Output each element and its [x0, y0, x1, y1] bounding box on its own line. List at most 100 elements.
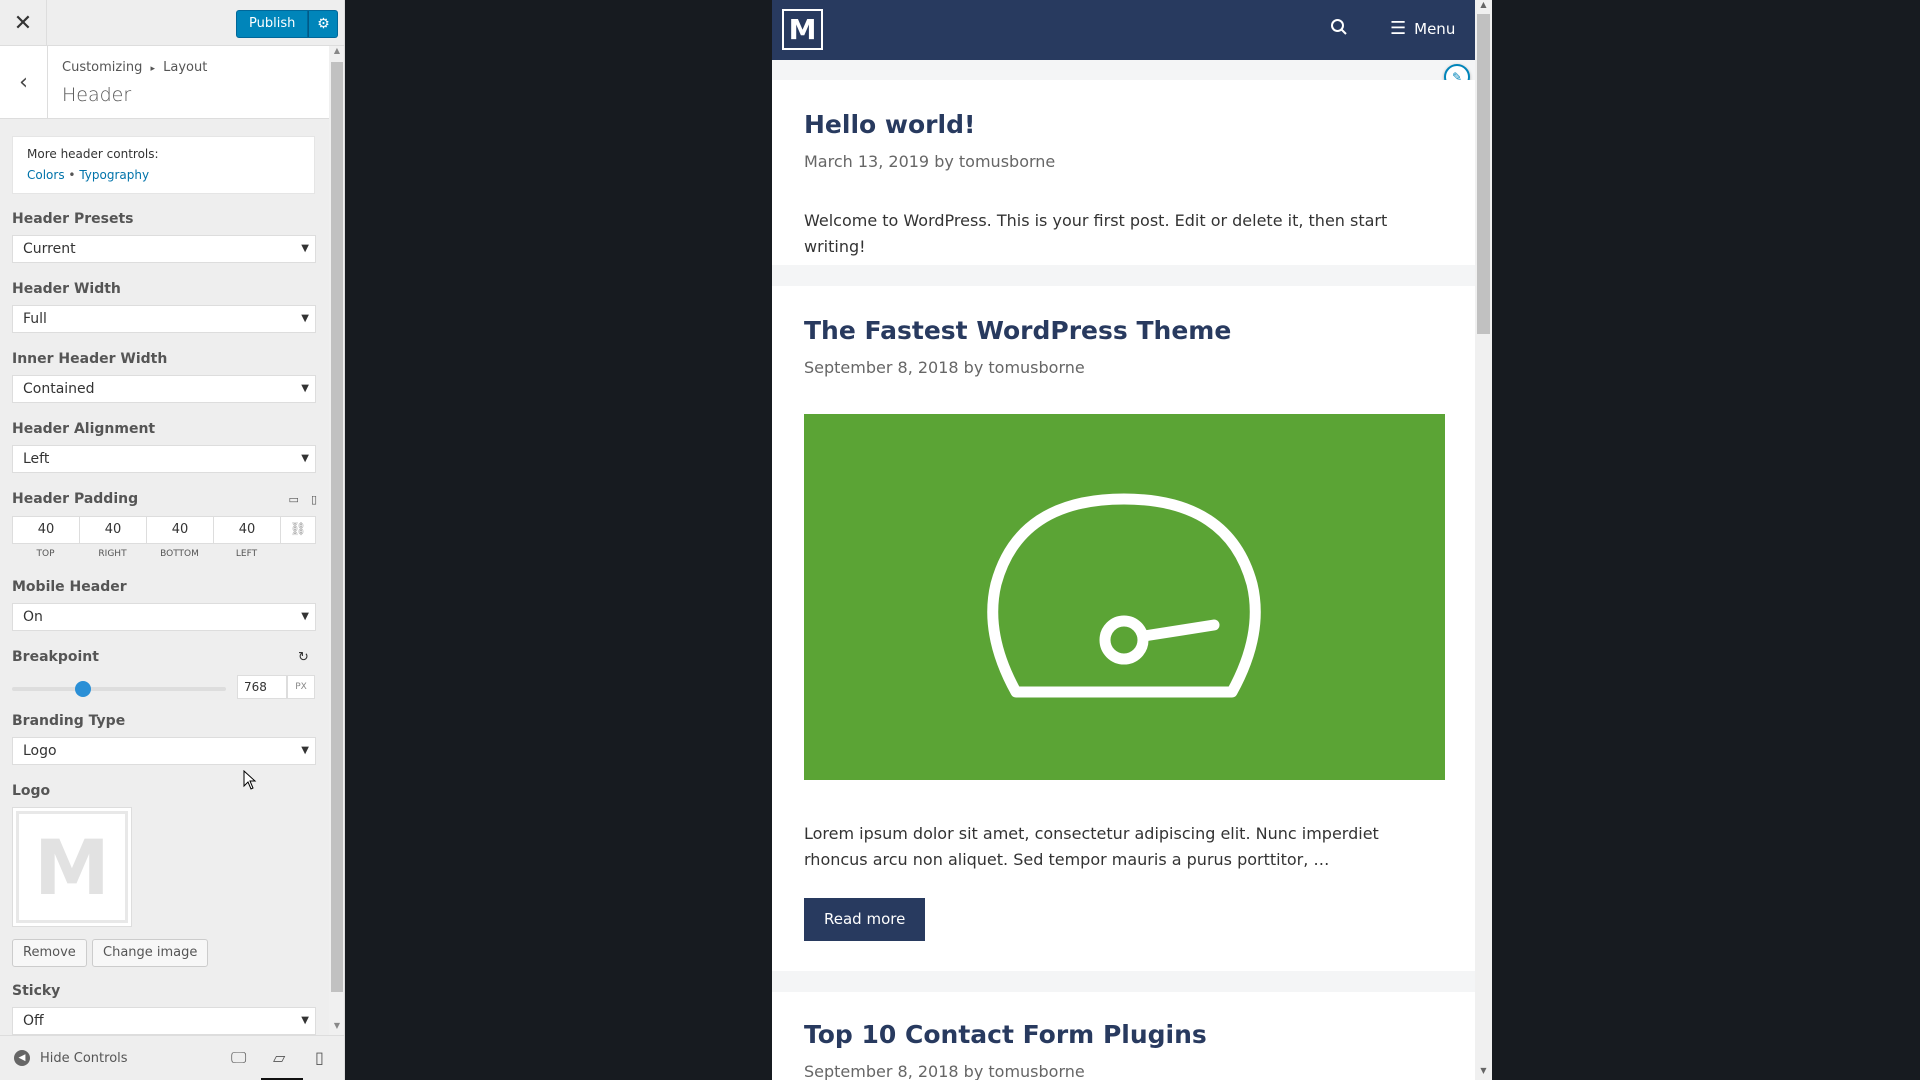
tablet-preview-icon[interactable]: ▱	[273, 1048, 285, 1067]
header-alignment-select[interactable]: Left ▼	[12, 445, 316, 473]
branding-type-select[interactable]: Logo ▼	[12, 737, 316, 765]
publish-settings-button[interactable]: ⚙	[308, 10, 339, 38]
post-meta: September 8, 2018 by tomusborne	[804, 358, 1085, 377]
sticky-select[interactable]: Off ▼	[12, 1007, 316, 1035]
breakpoint-slider-track[interactable]	[12, 681, 226, 697]
padding-bottom-input[interactable]: 40	[146, 516, 213, 544]
breakpoint-unit: PX	[287, 675, 315, 699]
header-width-select[interactable]: Full ▼	[12, 305, 316, 333]
customizer-topbar: ✕ Publish ⚙	[0, 0, 344, 46]
post-excerpt: Lorem ipsum dolor sit amet, consectetur …	[804, 824, 1379, 869]
header-padding-label: Header Padding	[12, 491, 139, 507]
menu-toggle[interactable]: ☰ Menu	[1390, 18, 1455, 39]
padding-device-toggles: ▭ ▯	[289, 493, 317, 506]
menu-label: Menu	[1414, 19, 1456, 38]
dropdown-arrow-icon: ▼	[301, 453, 309, 464]
site-logo[interactable]: M	[782, 9, 823, 50]
preview-scrollbar[interactable]: ▲ ▼	[1475, 0, 1492, 1080]
colors-link[interactable]: Colors	[27, 168, 65, 182]
post-title[interactable]: Top 10 Contact Form Plugins	[804, 1020, 1207, 1049]
speedometer-icon	[987, 493, 1261, 698]
post-featured-image[interactable]	[804, 414, 1445, 780]
site-header: M ☰ Menu	[772, 0, 1475, 60]
site-preview: M ☰ Menu ✎ Hello world! March 13, 2019 b…	[772, 0, 1492, 1080]
dropdown-arrow-icon: ▼	[301, 383, 309, 394]
padding-top-label: TOP	[36, 549, 55, 559]
header-presets-value: Current	[23, 241, 76, 257]
publish-button[interactable]: Publish	[236, 10, 309, 38]
inner-header-width-label: Inner Header Width	[12, 351, 168, 367]
header-presets-select[interactable]: Current ▼	[12, 235, 316, 263]
customizer-panel: ✕ Publish ⚙ ‹ Customizing ▸ Layout Heade…	[0, 0, 345, 1080]
back-button[interactable]: ‹	[0, 46, 48, 119]
inner-header-width-select[interactable]: Contained ▼	[12, 375, 316, 403]
desktop-preview-icon[interactable]: 🖵	[231, 1048, 246, 1068]
post-card: Top 10 Contact Form Plugins September 8,…	[772, 992, 1475, 1080]
read-more-button[interactable]: Read more	[804, 898, 926, 941]
padding-left-label: LEFT	[235, 549, 258, 559]
post-excerpt: Welcome to WordPress. This is your first…	[804, 211, 1388, 256]
gear-icon: ⚙	[317, 16, 330, 32]
preview-scrollbar-thumb[interactable]	[1477, 14, 1490, 334]
desktop-icon[interactable]: ▭	[289, 493, 299, 506]
mobile-header-label: Mobile Header	[12, 579, 127, 595]
scroll-up-icon[interactable]: ▲	[329, 46, 344, 60]
header-alignment-value: Left	[23, 451, 50, 467]
padding-right-label: RIGHT	[98, 549, 127, 559]
sticky-value: Off	[23, 1013, 44, 1029]
mobile-preview-icon[interactable]: ▯	[315, 1048, 324, 1067]
mobile-header-select[interactable]: On ▼	[12, 603, 316, 631]
breadcrumb-separator-icon: ▸	[150, 64, 156, 74]
padding-side-labels: TOP RIGHT BOTTOM LEFT	[12, 549, 280, 559]
scroll-down-icon[interactable]: ▼	[1475, 1066, 1492, 1080]
logo-thumbnail[interactable]: M	[12, 807, 132, 927]
link-separator: •	[68, 168, 76, 182]
mouse-cursor-icon	[243, 770, 257, 790]
padding-left-input[interactable]: 40	[213, 516, 280, 544]
padding-top-input[interactable]: 40	[12, 516, 79, 544]
hamburger-icon: ☰	[1390, 18, 1407, 39]
breakpoint-slider-handle[interactable]	[74, 681, 91, 697]
more-controls-links: Colors • Typography	[27, 168, 300, 182]
breadcrumb-root: Customizing	[62, 60, 143, 75]
change-image-button[interactable]: Change image	[92, 939, 209, 967]
mobile-icon[interactable]: ▯	[311, 493, 317, 506]
panel-scrollbar[interactable]: ▲ ▼	[329, 46, 344, 1035]
logo-label: Logo	[12, 783, 51, 799]
controls-scroll-area[interactable]: More header controls: Colors • Typograph…	[0, 120, 329, 1035]
dropdown-arrow-icon: ▼	[301, 1015, 309, 1026]
inner-header-width-value: Contained	[23, 381, 95, 397]
more-header-controls-box: More header controls: Colors • Typograph…	[12, 136, 315, 194]
post-title[interactable]: The Fastest WordPress Theme	[804, 316, 1231, 345]
scroll-down-icon[interactable]: ▼	[329, 1021, 344, 1035]
padding-right-input[interactable]: 40	[79, 516, 146, 544]
section-header: ‹ Customizing ▸ Layout Header	[0, 46, 329, 119]
scroll-up-icon[interactable]: ▲	[1475, 0, 1492, 14]
hide-controls-label: Hide Controls	[40, 1050, 128, 1066]
header-width-value: Full	[23, 311, 47, 327]
header-alignment-label: Header Alignment	[12, 421, 156, 437]
dropdown-arrow-icon: ▼	[301, 243, 309, 254]
post-title[interactable]: Hello world!	[804, 110, 975, 139]
search-icon[interactable]	[1330, 18, 1348, 41]
link-values-icon[interactable]: ⛓	[280, 516, 316, 544]
post-meta: March 13, 2019 by tomusborne	[804, 152, 1056, 171]
reset-icon[interactable]: ↻	[298, 650, 309, 665]
breakpoint-label: Breakpoint	[12, 649, 99, 665]
post-card: The Fastest WordPress Theme September 8,…	[772, 286, 1475, 971]
breadcrumb-parent: Layout	[163, 60, 208, 75]
typography-link[interactable]: Typography	[79, 168, 149, 182]
more-controls-title: More header controls:	[27, 147, 159, 161]
breadcrumb: Customizing ▸ Layout	[62, 60, 207, 75]
remove-logo-button[interactable]: Remove	[12, 939, 87, 967]
panel-scrollbar-thumb[interactable]	[331, 62, 343, 992]
publish-group: Publish ⚙	[236, 10, 339, 38]
breakpoint-input[interactable]: 768	[237, 675, 287, 699]
header-padding-inputs: 40 40 40 40 ⛓	[12, 516, 316, 544]
close-customizer-button[interactable]: ✕	[0, 0, 47, 46]
hide-controls-button[interactable]: ◀ Hide Controls	[14, 1050, 128, 1066]
post-meta: September 8, 2018 by tomusborne	[804, 1062, 1085, 1080]
header-width-label: Header Width	[12, 281, 121, 297]
chevron-left-icon: ‹	[19, 70, 28, 95]
branding-type-label: Branding Type	[12, 713, 126, 729]
